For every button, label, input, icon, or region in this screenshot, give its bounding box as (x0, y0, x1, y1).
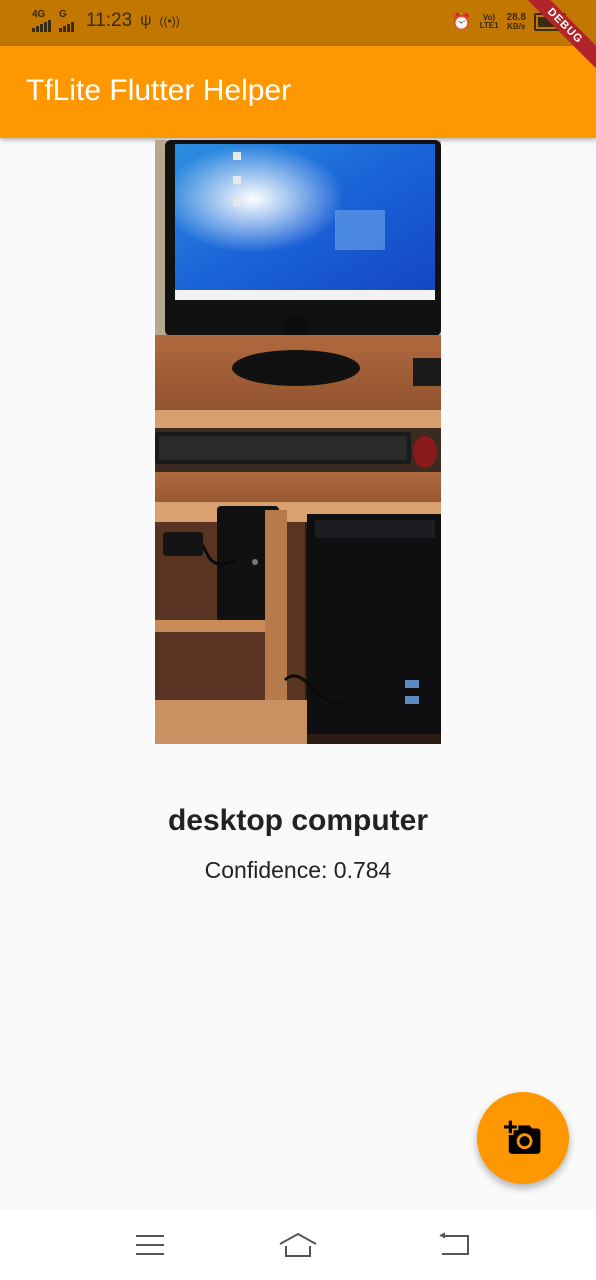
back-icon (439, 1232, 469, 1255)
desk-photo-image (155, 140, 441, 744)
status-time: 11:23 (86, 10, 133, 31)
speed-unit: KB/s (507, 22, 526, 31)
lte-label: LTE1 (479, 21, 499, 30)
signal-4g: 4G (32, 10, 51, 32)
network-type-label: 4G (32, 9, 46, 20)
network-type-label-2: G (59, 9, 67, 20)
signal-bars-icon-2 (59, 20, 74, 32)
confidence-text: Confidence: 0.784 (204, 857, 392, 883)
home-icon (279, 1232, 317, 1257)
usb-icon: ψ (140, 12, 152, 29)
add-photo-button[interactable] (477, 1092, 569, 1184)
menu-icon (136, 1235, 164, 1255)
app-title: TfLite Flutter Helper (26, 74, 292, 107)
alarm-icon: ⏰ (451, 14, 472, 31)
speed-indicator: 28.8 KB/s (507, 13, 526, 31)
back-button[interactable] (434, 1230, 474, 1260)
app-bar: TfLite Flutter Helper (0, 46, 596, 138)
system-nav-bar (0, 1210, 596, 1280)
signal-g: G (59, 10, 74, 32)
status-left: 4G G 11:23 ψ ((•)) (32, 10, 180, 32)
signal-bars-icon (32, 20, 51, 32)
menu-button[interactable] (130, 1230, 170, 1260)
volte-indicator: Vo) LTE1 (480, 14, 499, 30)
status-bar: 4G G 11:23 ψ ((•)) ⏰ Vo) LTE1 28.8 KB/s (0, 0, 596, 46)
hotspot-icon: ((•)) (159, 14, 180, 28)
captured-photo (155, 140, 441, 744)
home-button[interactable] (278, 1230, 318, 1260)
prediction-label: desktop computer (167, 804, 429, 837)
add-a-photo-icon (504, 1120, 541, 1154)
